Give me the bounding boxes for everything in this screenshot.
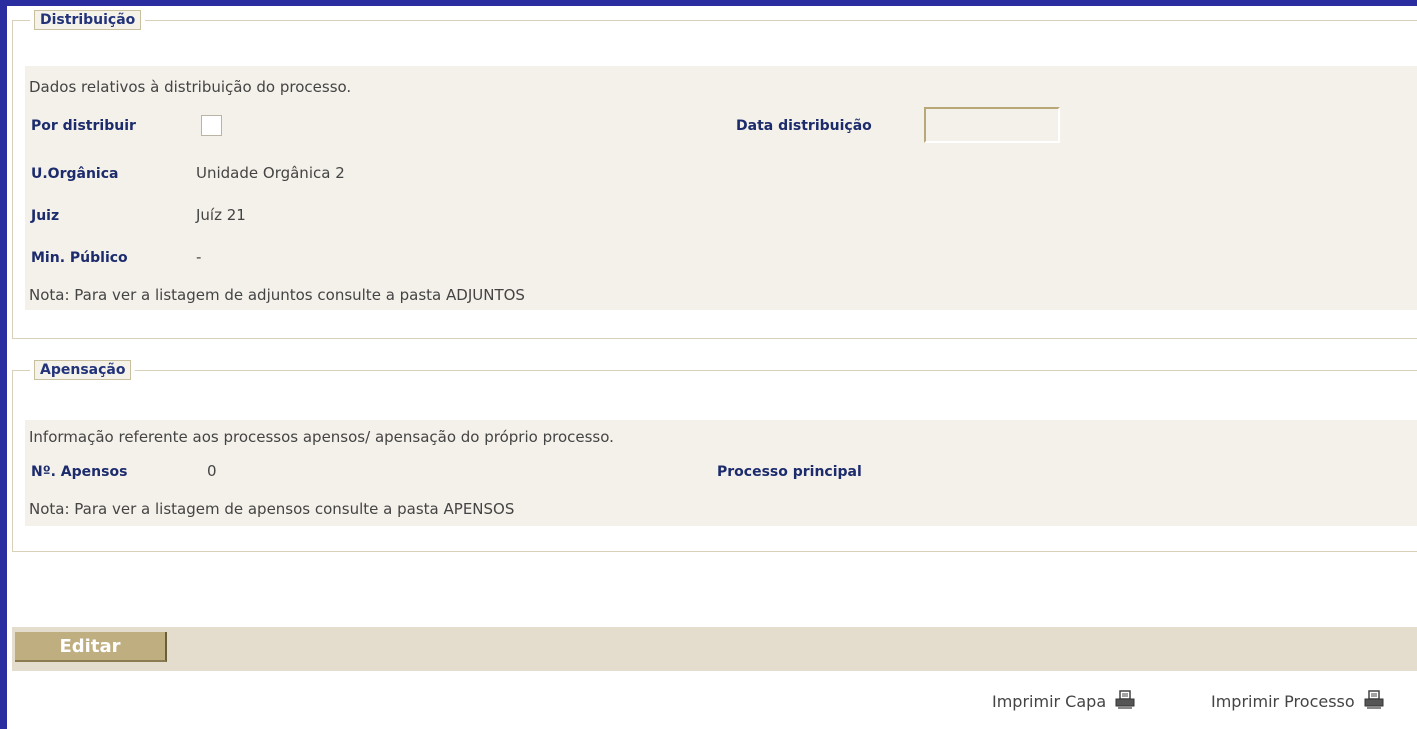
distribuicao-description: Dados relativos à distribuição do proces… — [29, 78, 352, 96]
printer-icon — [1364, 690, 1384, 709]
edit-button[interactable]: Editar — [15, 632, 167, 662]
distribuicao-panel: Dados relativos à distribuição do proces… — [25, 66, 1417, 310]
apensos-note: Nota: Para ver a listagem de apensos con… — [29, 500, 515, 518]
apensacao-legend: Apensação — [30, 360, 136, 380]
printer-icon — [1115, 690, 1135, 709]
print-process-link[interactable]: Imprimir Processo — [1211, 690, 1384, 711]
processo-principal-label: Processo principal — [717, 464, 862, 480]
data-distribuicao-input[interactable] — [924, 107, 1060, 143]
print-cover-label: Imprimir Capa — [992, 692, 1107, 711]
min-publico-label: Min. Público — [31, 250, 128, 266]
print-cover-link[interactable]: Imprimir Capa — [992, 690, 1135, 711]
action-toolbar: Editar — [12, 627, 1417, 671]
por-distribuir-label: Por distribuir — [31, 118, 136, 134]
n-apensos-value: 0 — [207, 462, 217, 480]
apensacao-panel: Informação referente aos processos apens… — [25, 420, 1417, 526]
adjuntos-note: Nota: Para ver a listagem de adjuntos co… — [29, 286, 525, 304]
apensacao-description: Informação referente aos processos apens… — [29, 428, 614, 446]
por-distribuir-checkbox[interactable] — [201, 115, 222, 136]
print-process-label: Imprimir Processo — [1211, 692, 1355, 711]
min-publico-value: - — [196, 248, 202, 266]
unidade-organica-label: U.Orgânica — [31, 166, 119, 182]
apensacao-legend-text: Apensação — [34, 360, 132, 380]
content-frame: Distribuição Dados relativos à distribui… — [7, 6, 1417, 729]
distribuicao-legend-text: Distribuição — [34, 10, 142, 30]
distribuicao-legend: Distribuição — [30, 10, 146, 30]
data-distribuicao-label: Data distribuição — [736, 118, 872, 134]
juiz-label: Juiz — [31, 208, 60, 224]
juiz-value: Juíz 21 — [196, 206, 246, 224]
unidade-organica-value: Unidade Orgânica 2 — [196, 164, 345, 182]
n-apensos-label: Nº. Apensos — [31, 464, 128, 480]
